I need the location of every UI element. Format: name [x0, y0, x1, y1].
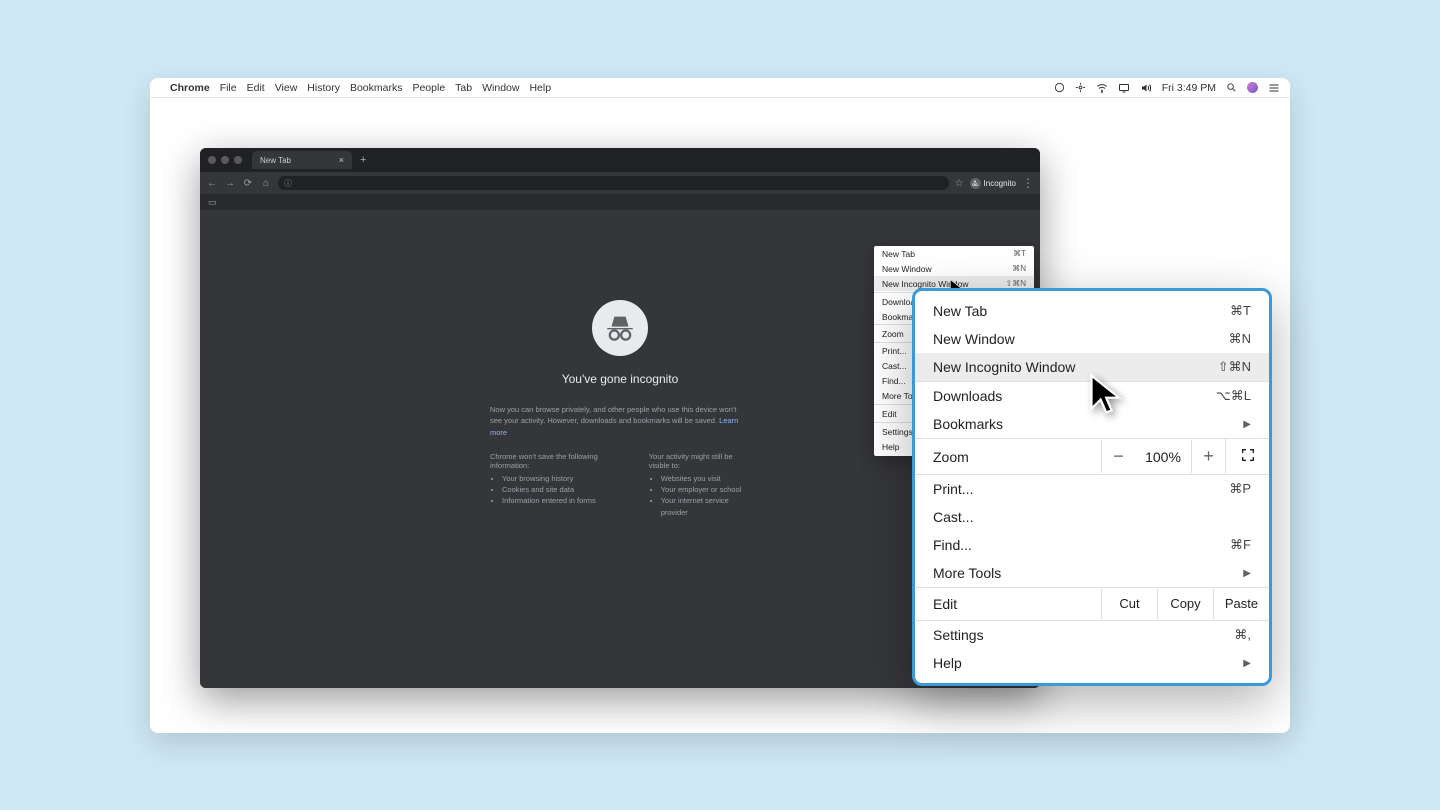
bookmark-star-icon[interactable]: ☆	[955, 178, 964, 189]
menu-help[interactable]: Help	[529, 82, 551, 94]
menu-print[interactable]: Print...⌘P	[915, 475, 1269, 503]
menu-new-tab[interactable]: New Tab⌘T	[915, 297, 1269, 325]
new-tab-button[interactable]: +	[360, 154, 366, 166]
menu-tab[interactable]: Tab	[455, 82, 472, 94]
menu-new-window[interactable]: New Window⌘N	[874, 261, 1034, 276]
wifi-icon[interactable]	[1096, 82, 1108, 94]
list-item: Your browsing history	[502, 473, 619, 484]
visible-to-header: Your activity might still be visible to:	[649, 452, 750, 470]
clock[interactable]: Fri 3:49 PM	[1162, 82, 1216, 94]
menu-view[interactable]: View	[275, 82, 298, 94]
incognito-headline: You've gone incognito	[562, 372, 679, 386]
list-item: Websites you visit	[661, 473, 750, 484]
edit-paste[interactable]: Paste	[1213, 588, 1269, 620]
user-avatar[interactable]	[1247, 82, 1258, 93]
menu-bookmarks[interactable]: Bookmarks	[350, 82, 403, 94]
incognito-details: Chrome won't save the following informat…	[490, 452, 750, 518]
menu-downloads[interactable]: Downloads⌥⌘L	[915, 382, 1269, 410]
edit-copy[interactable]: Copy	[1157, 588, 1213, 620]
menu-history[interactable]: History	[307, 82, 340, 94]
display-icon[interactable]	[1118, 82, 1130, 94]
list-item: Information entered in forms	[502, 495, 619, 506]
list-item: Your internet service provider	[661, 495, 750, 518]
zoom-out[interactable]: −	[1101, 440, 1135, 473]
menu-people[interactable]: People	[412, 82, 445, 94]
menu-settings[interactable]: Settings⌘,	[915, 621, 1269, 649]
forward-button[interactable]: →	[224, 178, 236, 189]
incognito-label: Incognito	[984, 179, 1016, 188]
back-button[interactable]: ←	[206, 178, 218, 189]
menu-new-tab[interactable]: New Tab⌘T	[874, 246, 1034, 261]
incognito-icon	[970, 178, 981, 189]
zoom-value: 100%	[1135, 449, 1191, 465]
bookmark-folder-icon[interactable]: ▭	[208, 197, 217, 208]
menu-file[interactable]: File	[220, 82, 237, 94]
list-item: Cookies and site data	[502, 484, 619, 495]
browser-tab[interactable]: New Tab ×	[252, 151, 352, 169]
zoom-in[interactable]: +	[1191, 440, 1225, 473]
tab-title: New Tab	[260, 156, 291, 165]
menu-window[interactable]: Window	[482, 82, 519, 94]
not-saved-header: Chrome won't save the following informat…	[490, 452, 619, 470]
incognito-badge[interactable]: Incognito	[970, 178, 1016, 189]
list-item: Your employer or school	[661, 484, 750, 495]
status-icon-2[interactable]	[1075, 82, 1086, 93]
menu-zoom: Zoom − 100% +	[915, 438, 1269, 475]
macos-menubar: Chrome File Edit View History Bookmarks …	[150, 78, 1290, 98]
status-icon-1[interactable]	[1054, 82, 1065, 93]
window-titlebar: New Tab × +	[200, 148, 1040, 172]
incognito-hero-icon	[592, 300, 648, 356]
menu-edit[interactable]: Edit	[247, 82, 265, 94]
chrome-menu-zoomed: New Tab⌘T New Window⌘N New Incognito Win…	[912, 288, 1272, 686]
menu-cast[interactable]: Cast...	[915, 503, 1269, 531]
menu-find[interactable]: Find...⌘F	[915, 531, 1269, 559]
menu-new-incognito[interactable]: New Incognito Window⇧⌘N	[915, 353, 1269, 381]
traffic-lights[interactable]	[208, 156, 242, 164]
app-name[interactable]: Chrome	[170, 82, 210, 94]
spotlight-icon[interactable]	[1226, 82, 1237, 93]
address-bar[interactable]: ⓘ	[278, 176, 949, 190]
menu-help[interactable]: Help▶	[915, 649, 1269, 677]
bookmarks-bar: ▭	[200, 194, 1040, 210]
chrome-menu-button[interactable]: ⋮	[1022, 177, 1034, 189]
menu-more-tools[interactable]: More Tools▶	[915, 559, 1269, 587]
control-center-icon[interactable]	[1268, 82, 1280, 94]
browser-toolbar: ← → ⟳ ⌂ ⓘ ☆ Incognito ⋮	[200, 172, 1040, 194]
home-button[interactable]: ⌂	[260, 178, 272, 189]
menu-new-window[interactable]: New Window⌘N	[915, 325, 1269, 353]
site-info-icon[interactable]: ⓘ	[284, 178, 292, 189]
menu-bookmarks[interactable]: Bookmarks▶	[915, 410, 1269, 438]
reload-button[interactable]: ⟳	[242, 178, 254, 189]
menu-edit-row: Edit Cut Copy Paste	[915, 587, 1269, 621]
volume-icon[interactable]	[1140, 82, 1152, 94]
incognito-description: Now you can browse privately, and other …	[490, 404, 750, 438]
fullscreen-button[interactable]	[1225, 439, 1269, 474]
edit-cut[interactable]: Cut	[1101, 588, 1157, 620]
close-tab-icon[interactable]: ×	[339, 155, 344, 165]
